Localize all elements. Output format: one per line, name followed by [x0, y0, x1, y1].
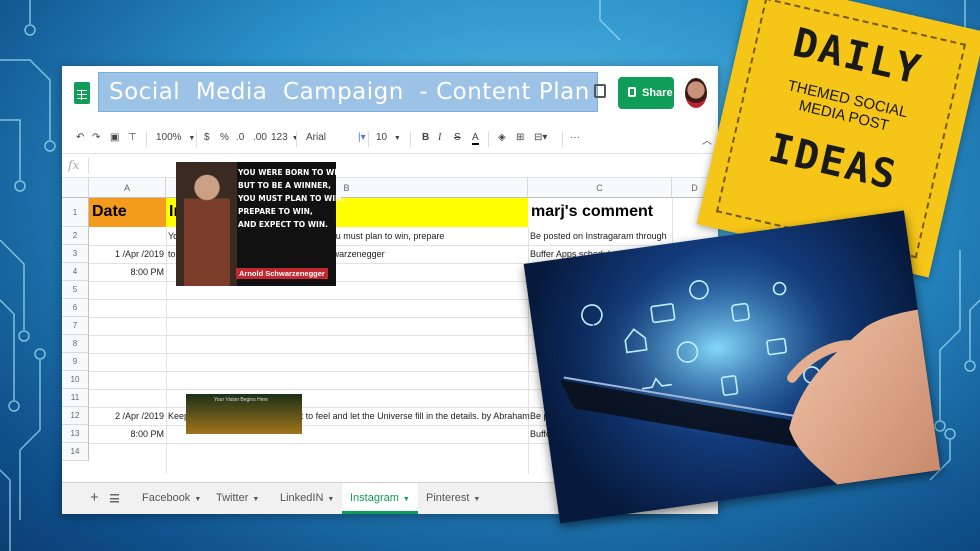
merge-cells-icon[interactable]: ⊟▾ [534, 132, 547, 143]
currency-button[interactable]: $ [204, 132, 210, 143]
cell-a12[interactable]: 2 /Apr /2019 [89, 411, 164, 421]
all-sheets-icon[interactable] [110, 494, 119, 503]
tablet-social-media-photo [523, 210, 941, 524]
decrease-decimal-button[interactable]: .0 [236, 132, 244, 143]
title-bar: Social Media Campaign - Content Plan Sha… [62, 66, 718, 124]
share-button[interactable]: Share [618, 77, 674, 109]
cell-c2[interactable]: Be posted on Instragaram through [530, 231, 667, 241]
font-select[interactable]: Arial [306, 132, 326, 143]
image-caption: Your Vision Begins Here [214, 397, 268, 403]
avatar[interactable] [685, 78, 707, 108]
sheets-logo-icon[interactable] [74, 82, 90, 104]
row-header[interactable]: 14 [62, 443, 89, 461]
redo-icon[interactable]: ↷ [92, 132, 100, 143]
document-title[interactable]: Social Media Campaign - Content Plan [98, 72, 598, 112]
paint-format-icon[interactable]: ⊤ [128, 132, 137, 143]
more-formats-select[interactable]: 123▼ [271, 132, 299, 143]
row-header[interactable]: 2 [62, 227, 89, 245]
tab-facebook[interactable]: Facebook ▼ [134, 483, 209, 514]
undo-icon[interactable]: ↶ [76, 132, 84, 143]
font-caret-icon[interactable]: |▾ [358, 132, 366, 143]
lock-icon [628, 87, 636, 97]
image-quote-text: YOU WERE BORN TO WIN, BUT TO BE A WINNER… [238, 168, 347, 229]
tab-twitter[interactable]: Twitter ▼ [208, 483, 267, 514]
portrait-figure [184, 174, 230, 286]
tab-instagram[interactable]: Instagram ▼ [342, 483, 418, 514]
bold-button[interactable]: B [422, 132, 429, 143]
row-header[interactable]: 8 [62, 335, 89, 353]
row-header[interactable]: 6 [62, 299, 89, 317]
fx-icon: fx [68, 158, 80, 172]
row-header[interactable]: 5 [62, 281, 89, 299]
formula-bar[interactable]: fx [62, 154, 718, 178]
add-sheet-icon[interactable]: + [90, 489, 99, 506]
share-label: Share [642, 87, 673, 99]
print-icon[interactable]: ▣ [110, 132, 119, 143]
font-size-select[interactable]: 10 ▼ [376, 132, 401, 143]
arnold-quote-image[interactable]: YOU WERE BORN TO WIN, BUT TO BE A WINNER… [176, 162, 347, 286]
row-header[interactable]: 9 [62, 353, 89, 371]
row-header[interactable]: 13 [62, 425, 89, 443]
percent-button[interactable]: % [220, 132, 229, 143]
collapse-toolbar-icon[interactable]: ︿ [702, 132, 712, 147]
text-color-button[interactable]: A [472, 132, 479, 145]
cell-a3[interactable]: 1 /Apr /2019 [89, 249, 164, 259]
fill-color-icon[interactable]: ◈ [498, 132, 506, 143]
more-options-icon[interactable]: ··· [570, 132, 580, 143]
abraham-quote-image[interactable]: Your Vision Begins Here [186, 394, 302, 434]
header-comment[interactable]: marj's comment [528, 198, 672, 227]
toolbar: ↶ ↷ ▣ ⊤ 100% ▼ $ % .0 .00 123▼ Arial |▾ … [62, 124, 718, 154]
zoom-select[interactable]: 100% ▼ [156, 132, 195, 143]
italic-button[interactable]: I [438, 132, 441, 143]
header-date[interactable]: Date [89, 198, 166, 227]
column-header-c[interactable]: C [528, 178, 672, 198]
image-signature: Arnold Schwarzenegger [236, 268, 328, 279]
cell-a13[interactable]: 8:00 PM [89, 429, 164, 439]
row-header[interactable]: 7 [62, 317, 89, 335]
comment-icon[interactable] [594, 84, 606, 98]
increase-decimal-button[interactable]: .00 [253, 132, 267, 143]
strikethrough-button[interactable]: S [454, 132, 461, 143]
tablet-illustration [560, 256, 941, 485]
select-all-corner[interactable] [62, 178, 89, 198]
row-header[interactable]: 4 [62, 263, 89, 281]
row-header[interactable]: 12 [62, 407, 89, 425]
cell-a4[interactable]: 8:00 PM [89, 267, 164, 277]
tab-pinterest[interactable]: Pinterest ▼ [418, 483, 488, 514]
tab-linkedin[interactable]: LinkedIN ▼ [272, 483, 342, 514]
row-header[interactable]: 1 [62, 198, 89, 227]
column-header-a[interactable]: A [89, 178, 166, 198]
row-header[interactable]: 3 [62, 245, 89, 263]
row-header[interactable]: 10 [62, 371, 89, 389]
row-header[interactable]: 11 [62, 389, 89, 407]
borders-icon[interactable]: ⊞ [516, 132, 524, 143]
